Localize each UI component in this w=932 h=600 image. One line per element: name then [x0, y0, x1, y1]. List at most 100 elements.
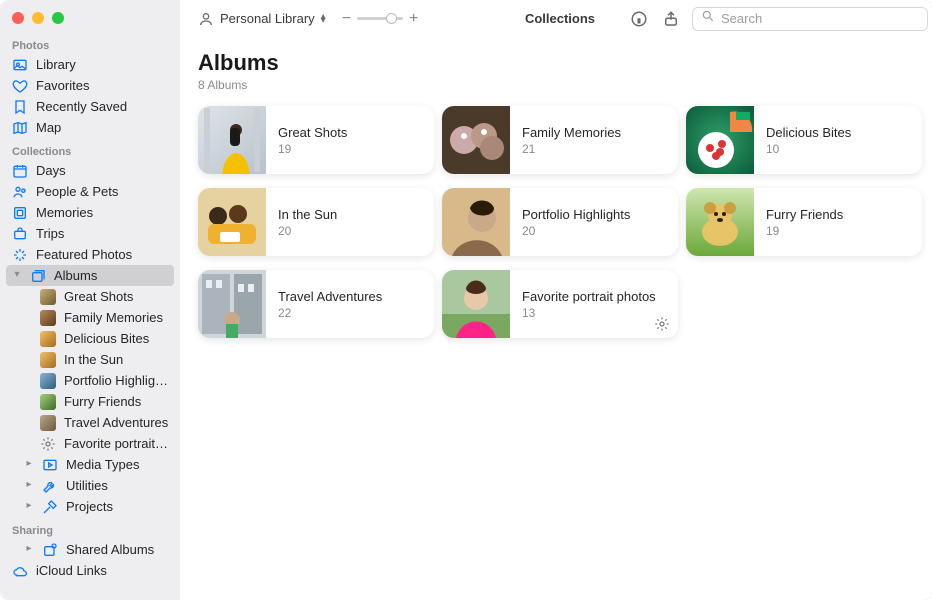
smart-album-gear-icon: [654, 316, 670, 332]
sidebar-item-label: Favorites: [36, 78, 170, 93]
album-name: Family Memories: [522, 125, 621, 140]
chevron-right-icon[interactable]: ▸: [24, 500, 34, 511]
album-card[interactable]: Family Memories 21: [442, 106, 678, 174]
album-count: 22: [278, 306, 382, 320]
sidebar-album-portfolio-highlights[interactable]: Portfolio Highlights: [0, 370, 180, 391]
sidebar-item-recently-saved[interactable]: Recently Saved: [0, 96, 180, 117]
album-count: 20: [278, 224, 337, 238]
sidebar-item-label: Recently Saved: [36, 99, 170, 114]
sidebar-album-in-the-sun[interactable]: In the Sun: [0, 349, 180, 370]
chevron-right-icon[interactable]: ▸: [24, 543, 34, 554]
sidebar-album-great-shots[interactable]: Great Shots: [0, 286, 180, 307]
album-cover-thumbnail: [442, 270, 510, 338]
fullscreen-window-button[interactable]: [52, 12, 64, 24]
zoom-plus-icon[interactable]: +: [409, 10, 418, 28]
sidebar-item-label: Travel Adventures: [64, 415, 170, 430]
sidebar-item-shared-albums[interactable]: ▸ Shared Albums: [0, 539, 180, 560]
person-crop-icon: [198, 11, 214, 27]
sidebar-item-label: Delicious Bites: [64, 331, 170, 346]
sidebar-item-featured-photos[interactable]: Featured Photos: [0, 244, 180, 265]
sidebar-item-label: Trips: [36, 226, 170, 241]
minimize-window-button[interactable]: [32, 12, 44, 24]
sidebar-item-utilities[interactable]: ▸ Utilities: [0, 475, 180, 496]
sidebar-album-furry-friends[interactable]: Furry Friends: [0, 391, 180, 412]
sidebar-album-family-memories[interactable]: Family Memories: [0, 307, 180, 328]
app-window: Photos Library Favorites Recently Saved …: [0, 0, 932, 600]
zoom-slider[interactable]: − +: [342, 10, 419, 28]
album-card[interactable]: Furry Friends 19: [686, 188, 922, 256]
album-card[interactable]: Travel Adventures 22: [198, 270, 434, 338]
chevron-down-icon[interactable]: ▾: [12, 269, 22, 280]
zoom-minus-icon[interactable]: −: [342, 10, 351, 28]
sidebar: Photos Library Favorites Recently Saved …: [0, 0, 180, 600]
sidebar-album-travel-adventures[interactable]: Travel Adventures: [0, 412, 180, 433]
chevron-right-icon[interactable]: ▸: [24, 458, 34, 469]
sidebar-item-label: Map: [36, 120, 170, 135]
album-meta: In the Sun 20: [266, 207, 349, 238]
album-card[interactable]: In the Sun 20: [198, 188, 434, 256]
album-card[interactable]: Portfolio Highlights 20: [442, 188, 678, 256]
album-cover-thumbnail: [442, 188, 510, 256]
zoom-knob[interactable]: [386, 13, 397, 24]
album-name: Portfolio Highlights: [522, 207, 630, 222]
sidebar-item-days[interactable]: Days: [0, 160, 180, 181]
search-input[interactable]: [721, 11, 919, 26]
album-count: 10: [766, 142, 851, 156]
cloud-icon: [12, 563, 28, 579]
sidebar-item-projects[interactable]: ▸ Projects: [0, 496, 180, 517]
album-name: Delicious Bites: [766, 125, 851, 140]
sidebar-album-favorite-portrait[interactable]: Favorite portrait photos: [0, 433, 180, 454]
close-window-button[interactable]: [12, 12, 24, 24]
search-field[interactable]: [692, 7, 928, 31]
zoom-track[interactable]: [357, 17, 403, 20]
sidebar-item-library[interactable]: Library: [0, 54, 180, 75]
toolbar: Personal Library ▴▾ − + Collections: [180, 0, 932, 38]
album-count-label: 8 Albums: [198, 78, 922, 92]
album-meta: Portfolio Highlights 20: [510, 207, 642, 238]
album-thumbnail-icon: [40, 331, 56, 347]
album-count: 20: [522, 224, 630, 238]
album-count: 19: [766, 224, 843, 238]
sidebar-item-label: Library: [36, 57, 170, 72]
info-button[interactable]: [628, 8, 650, 30]
sidebar-item-favorites[interactable]: Favorites: [0, 75, 180, 96]
sidebar-item-label: Days: [36, 163, 170, 178]
sidebar-section-photos: Photos: [0, 32, 180, 54]
sidebar-item-media-types[interactable]: ▸ Media Types: [0, 454, 180, 475]
sidebar-album-delicious-bites[interactable]: Delicious Bites: [0, 328, 180, 349]
sidebar-item-label: Great Shots: [64, 289, 170, 304]
album-cover-thumbnail: [198, 106, 266, 174]
album-meta: Delicious Bites 10: [754, 125, 863, 156]
chevron-right-icon[interactable]: ▸: [24, 479, 34, 490]
photo-library-icon: [12, 57, 28, 73]
sidebar-item-label: Shared Albums: [66, 542, 170, 557]
sidebar-item-map[interactable]: Map: [0, 117, 180, 138]
album-thumbnail-icon: [40, 310, 56, 326]
sidebar-item-albums[interactable]: ▾ Albums: [6, 265, 174, 286]
sidebar-item-people-pets[interactable]: People & Pets: [0, 181, 180, 202]
page-title: Albums: [198, 50, 922, 76]
sidebar-section-sharing: Sharing: [0, 517, 180, 539]
share-button[interactable]: [660, 8, 682, 30]
sidebar-item-icloud-links[interactable]: iCloud Links: [0, 560, 180, 581]
library-dropdown-label: Personal Library: [220, 11, 315, 26]
content-area: Albums 8 Albums Great Shots 19 Family Me…: [180, 38, 932, 350]
library-dropdown[interactable]: Personal Library ▴▾: [192, 9, 332, 29]
sidebar-item-memories[interactable]: Memories: [0, 202, 180, 223]
album-card[interactable]: Favorite portrait photos 13: [442, 270, 678, 338]
sidebar-item-trips[interactable]: Trips: [0, 223, 180, 244]
window-controls: [0, 0, 180, 32]
sidebar-item-label: Portfolio Highlights: [64, 373, 170, 388]
sidebar-section-collections: Collections: [0, 138, 180, 160]
album-count: 19: [278, 142, 347, 156]
bookmark-icon: [12, 99, 28, 115]
album-meta: Furry Friends 19: [754, 207, 855, 238]
sidebar-item-label: In the Sun: [64, 352, 170, 367]
suitcase-icon: [12, 226, 28, 242]
wrench-icon: [42, 478, 58, 494]
people-icon: [12, 184, 28, 200]
album-meta: Family Memories 21: [510, 125, 633, 156]
album-card[interactable]: Delicious Bites 10: [686, 106, 922, 174]
album-card[interactable]: Great Shots 19: [198, 106, 434, 174]
album-cover-thumbnail: [686, 188, 754, 256]
